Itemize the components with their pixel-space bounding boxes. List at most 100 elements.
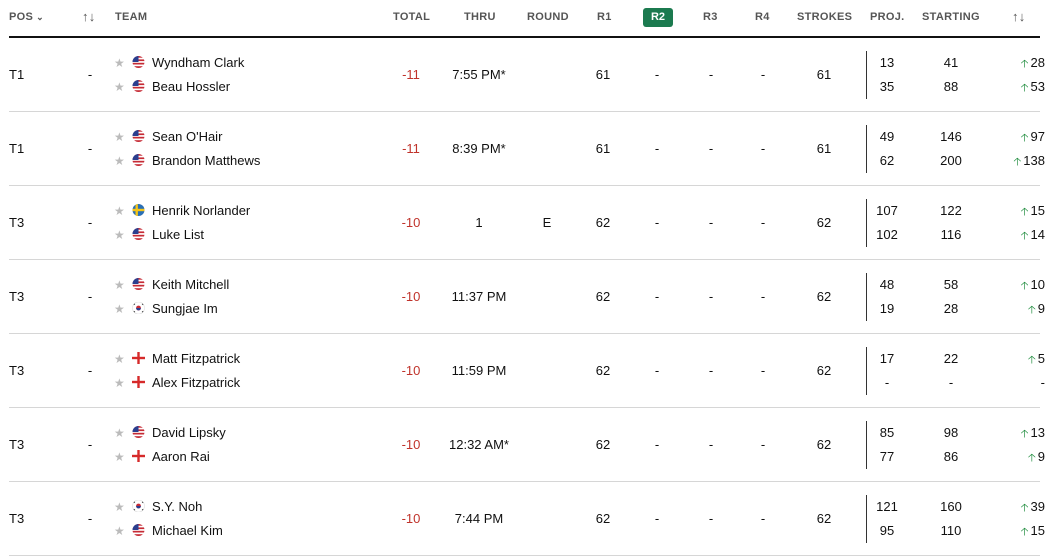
- player-entry[interactable]: ★ Sungjae Im: [114, 300, 218, 318]
- leaderboard-row[interactable]: T1 - -11 8:39 PM* 61 - - - 61 ★ Sean O'Hair 49 146…: [9, 112, 1045, 186]
- player-name[interactable]: Keith Mitchell: [152, 277, 229, 292]
- star-favorite-icon[interactable]: ★: [114, 202, 128, 220]
- total-score-cell: -11: [402, 67, 420, 82]
- player-entry[interactable]: ★ Brandon Matthews: [114, 152, 260, 170]
- thru-cell: 8:39 PM*: [452, 141, 506, 156]
- projected-rank: 17: [879, 351, 895, 366]
- position-cell: T3: [9, 215, 25, 230]
- player-name[interactable]: Aaron Rai: [152, 449, 210, 464]
- leaderboard-row[interactable]: T3 - -10 1 E 62 - - - 62 ★ Henrik Norlander 107 122…: [9, 186, 1045, 260]
- player-name[interactable]: S.Y. Noh: [152, 499, 202, 514]
- rank-change: 🡡 9: [999, 300, 1045, 318]
- leaderboard-row[interactable]: T3 - -10 11:37 PM 62 - - - 62 ★ Keith Mitchell 48…: [9, 260, 1045, 334]
- position-cell: T3: [9, 437, 25, 452]
- player-entry[interactable]: ★ S.Y. Noh: [114, 498, 202, 516]
- rank-change: 🡡 14: [999, 226, 1045, 244]
- movement-cell: -: [87, 511, 93, 526]
- rank-change-value: 97: [1030, 129, 1045, 144]
- change-sort-icon[interactable]: ↑↓: [1012, 9, 1026, 24]
- r4-score-cell: -: [760, 141, 766, 156]
- star-favorite-icon[interactable]: ★: [114, 448, 128, 466]
- rank-change-value: -: [1040, 375, 1045, 390]
- player-entry[interactable]: ★ Aaron Rai: [114, 448, 210, 466]
- player-name[interactable]: David Lipsky: [152, 425, 226, 440]
- leaderboard-row[interactable]: T3- -10 11:59 PM 62- - -62 ★ Matt Fitzpatrick …: [9, 334, 1045, 408]
- player-name[interactable]: Matt Fitzpatrick: [152, 351, 240, 366]
- leaderboard-row[interactable]: T3 - -10 12:32 AM* 62 - - - 62 ★ David Lipsky 85 9…: [9, 408, 1045, 482]
- r2-score-cell: -: [654, 363, 660, 378]
- star-favorite-icon[interactable]: ★: [114, 226, 128, 244]
- star-favorite-icon[interactable]: ★: [114, 374, 128, 392]
- r3-score-cell: -: [708, 67, 714, 82]
- player-entry[interactable]: ★ Henrik Norlander: [114, 202, 250, 220]
- starting-rank: 58: [943, 277, 959, 292]
- star-favorite-icon[interactable]: ★: [114, 54, 128, 72]
- rank-change: 🡡 39: [999, 498, 1045, 516]
- r3-header[interactable]: R3: [703, 11, 718, 23]
- round-score-cell: [529, 38, 565, 111]
- player-entry[interactable]: ★ Wyndham Clark: [114, 54, 244, 72]
- thru-cell: 11:37 PM: [451, 289, 507, 304]
- rank-change: 🡡 15: [999, 202, 1045, 220]
- star-favorite-icon[interactable]: ★: [114, 522, 128, 540]
- column-divider: [866, 495, 867, 543]
- movement-cell: -: [87, 141, 93, 156]
- star-favorite-icon[interactable]: ★: [114, 78, 128, 96]
- thru-cell: 12:32 AM*: [449, 437, 509, 452]
- projected-rank: 62: [879, 153, 895, 168]
- column-divider: [866, 199, 867, 247]
- strokes-cell: 62: [816, 437, 832, 452]
- player-entry[interactable]: ★ Sean O'Hair: [114, 128, 222, 146]
- r2-header-active[interactable]: R2: [643, 8, 673, 27]
- player-entry[interactable]: ★ Michael Kim: [114, 522, 223, 540]
- player-entry[interactable]: ★ Luke List: [114, 226, 204, 244]
- total-header[interactable]: TOTAL: [393, 11, 430, 23]
- r2-score-cell: -: [654, 511, 660, 526]
- position-cell: T3: [9, 363, 25, 378]
- korea-flag-icon: [132, 301, 145, 315]
- r4-score-cell: -: [760, 437, 766, 452]
- player-entry[interactable]: ★ Alex Fitzpatrick: [114, 374, 240, 392]
- position-cell: T3: [9, 511, 25, 526]
- player-name[interactable]: Sungjae Im: [152, 301, 218, 316]
- player-entry[interactable]: ★ Matt Fitzpatrick: [114, 350, 240, 368]
- player-entry[interactable]: ★ David Lipsky: [114, 424, 226, 442]
- player-name[interactable]: Henrik Norlander: [152, 203, 250, 218]
- strokes-cell: 61: [816, 141, 832, 156]
- r4-header[interactable]: R4: [755, 11, 770, 23]
- player-entry[interactable]: ★ Beau Hossler: [114, 78, 230, 96]
- player-name[interactable]: Wyndham Clark: [152, 55, 244, 70]
- column-divider: [866, 125, 867, 173]
- pos-sort-header[interactable]: POS ⌄: [9, 11, 44, 23]
- starting-rank: 160: [940, 499, 962, 514]
- leaderboard-row[interactable]: T1 - -11 7:55 PM* 61 - - - 61 ★ Wyndham Clark 13 4…: [9, 38, 1045, 112]
- player-name[interactable]: Sean O'Hair: [152, 129, 222, 144]
- star-favorite-icon[interactable]: ★: [114, 498, 128, 516]
- star-favorite-icon[interactable]: ★: [114, 276, 128, 294]
- r1-score-cell: 62: [595, 289, 611, 304]
- england-flag-icon: [132, 375, 145, 388]
- starting-rank: 200: [940, 153, 962, 168]
- rank-change-value: 15: [1030, 203, 1045, 218]
- player-entry[interactable]: ★ Keith Mitchell: [114, 276, 229, 294]
- strokes-header[interactable]: STROKES: [797, 11, 852, 23]
- star-favorite-icon[interactable]: ★: [114, 152, 128, 170]
- star-favorite-icon[interactable]: ★: [114, 300, 128, 318]
- team-header: TEAM: [115, 11, 148, 23]
- star-favorite-icon[interactable]: ★: [114, 128, 128, 146]
- r1-header[interactable]: R1: [597, 11, 612, 23]
- r3-score-cell: -: [708, 363, 714, 378]
- player-name[interactable]: Michael Kim: [152, 523, 223, 538]
- star-favorite-icon[interactable]: ★: [114, 424, 128, 442]
- rank-change-value: 9: [1037, 301, 1045, 316]
- starting-rank: 146: [940, 129, 962, 144]
- projected-rank: 95: [879, 523, 895, 538]
- player-name[interactable]: Beau Hossler: [152, 79, 230, 94]
- star-favorite-icon[interactable]: ★: [114, 350, 128, 368]
- move-sort-icon[interactable]: ↑↓: [82, 9, 96, 24]
- player-name[interactable]: Alex Fitzpatrick: [152, 375, 240, 390]
- round-score-cell: [529, 260, 565, 333]
- player-name[interactable]: Luke List: [152, 227, 204, 242]
- player-name[interactable]: Brandon Matthews: [152, 153, 260, 168]
- rank-change-value: 138: [1023, 153, 1045, 168]
